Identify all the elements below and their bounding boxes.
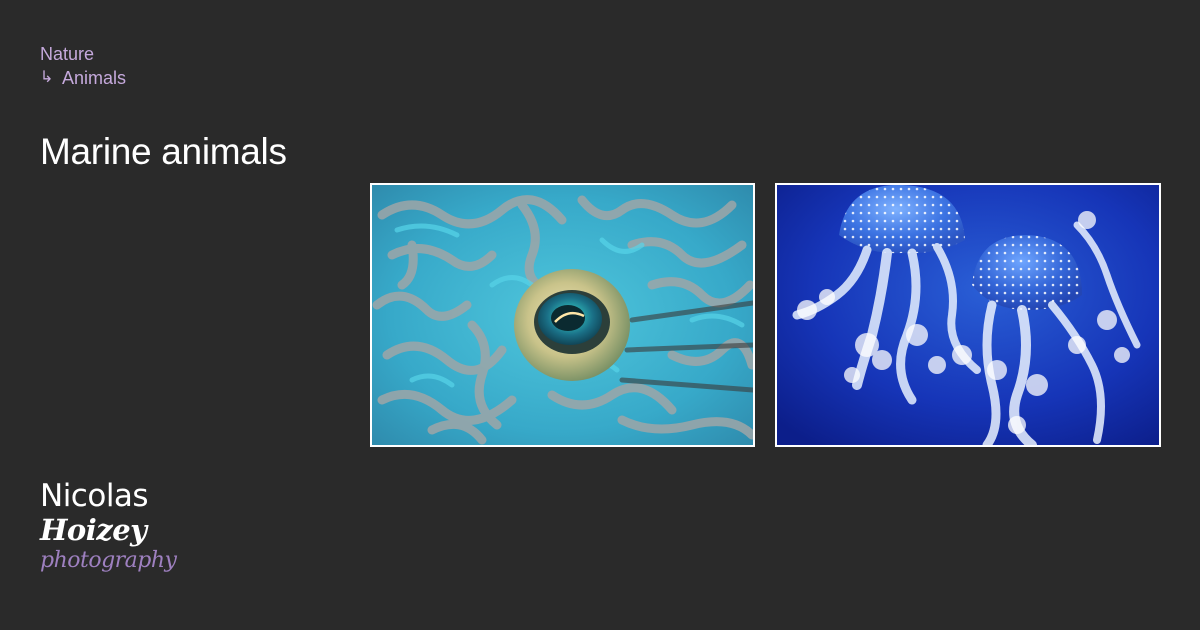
jellyfish-image [777, 185, 1159, 445]
breadcrumb-link-animals[interactable]: ↳ Animals [40, 66, 126, 90]
logo-last-name: Hoizey [40, 513, 147, 547]
breadcrumb-link-nature[interactable]: Nature [40, 42, 126, 66]
logo-tagline: photography [40, 548, 177, 573]
breadcrumb-label-animals: Animals [62, 68, 127, 88]
return-arrow-icon: ↳ [40, 69, 54, 86]
photo-thumbnail-jellyfish[interactable] [775, 183, 1161, 447]
photo-thumbnail-fish-eye[interactable] [370, 183, 755, 447]
logo-first-name: Nicolas [40, 478, 149, 514]
fish-eye-image [372, 185, 753, 445]
breadcrumb: Nature ↳ Animals [40, 42, 126, 90]
site-logo[interactable]: Nicolas Hoizey photography [40, 478, 177, 576]
page-title: Marine animals [40, 131, 287, 172]
page: Nature ↳ Animals Marine animals Nicolas … [0, 0, 1200, 630]
